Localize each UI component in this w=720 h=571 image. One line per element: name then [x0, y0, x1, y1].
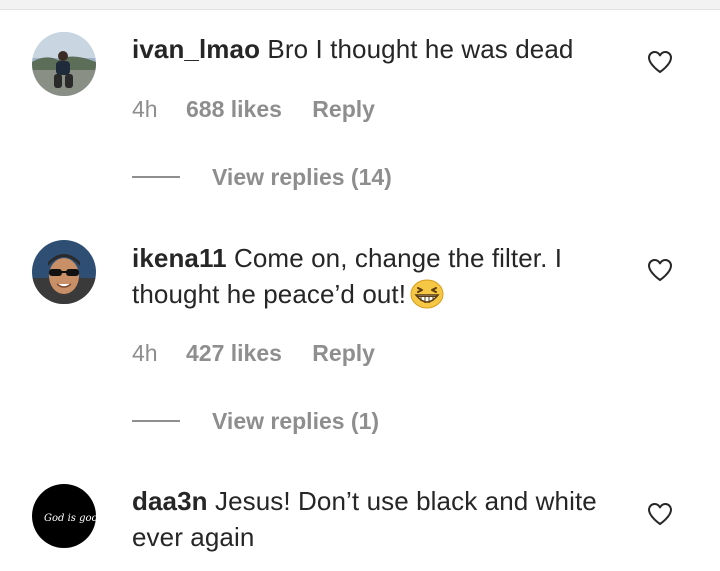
comment-likes[interactable]: 688 likes	[186, 96, 282, 123]
view-replies[interactable]: View replies (1)	[132, 406, 379, 436]
comment-username[interactable]: ikena11	[132, 243, 227, 273]
reply-button[interactable]: Reply	[312, 340, 375, 367]
comment-text: ikena11 Come on, change the filter. I th…	[132, 240, 612, 318]
view-replies-button[interactable]: View replies (14)	[212, 164, 392, 191]
heart-icon[interactable]	[647, 502, 673, 526]
comment-text: ivan_lmao Bro I thought he was dead	[132, 31, 612, 67]
comment-meta: 4h 688 likes Reply	[132, 96, 375, 123]
view-replies-button[interactable]: View replies (1)	[212, 408, 379, 435]
heart-icon[interactable]	[647, 50, 673, 74]
avatar-text: God is good	[44, 513, 96, 524]
replies-divider	[132, 420, 180, 422]
comment-likes[interactable]: 427 likes	[186, 340, 282, 367]
top-divider	[0, 0, 720, 10]
comment-username[interactable]: ivan_lmao	[132, 34, 260, 64]
comment-time: 4h	[132, 340, 158, 366]
avatar[interactable]	[32, 32, 96, 96]
replies-divider	[132, 176, 180, 178]
comment-username[interactable]: daa3n	[132, 486, 208, 516]
comment-text: daa3n Jesus! Don’t use black and white e…	[132, 483, 612, 555]
comment-meta: 4h 427 likes Reply	[132, 340, 375, 367]
comment-body: Bro I thought he was dead	[267, 34, 574, 64]
avatar[interactable]: God is good	[32, 484, 96, 548]
comment-time: 4h	[132, 96, 158, 122]
avatar[interactable]	[32, 240, 96, 304]
reply-button[interactable]: Reply	[312, 96, 375, 123]
grinning-squinting-face-icon	[410, 279, 444, 318]
heart-icon[interactable]	[647, 258, 673, 282]
view-replies[interactable]: View replies (14)	[132, 162, 392, 192]
